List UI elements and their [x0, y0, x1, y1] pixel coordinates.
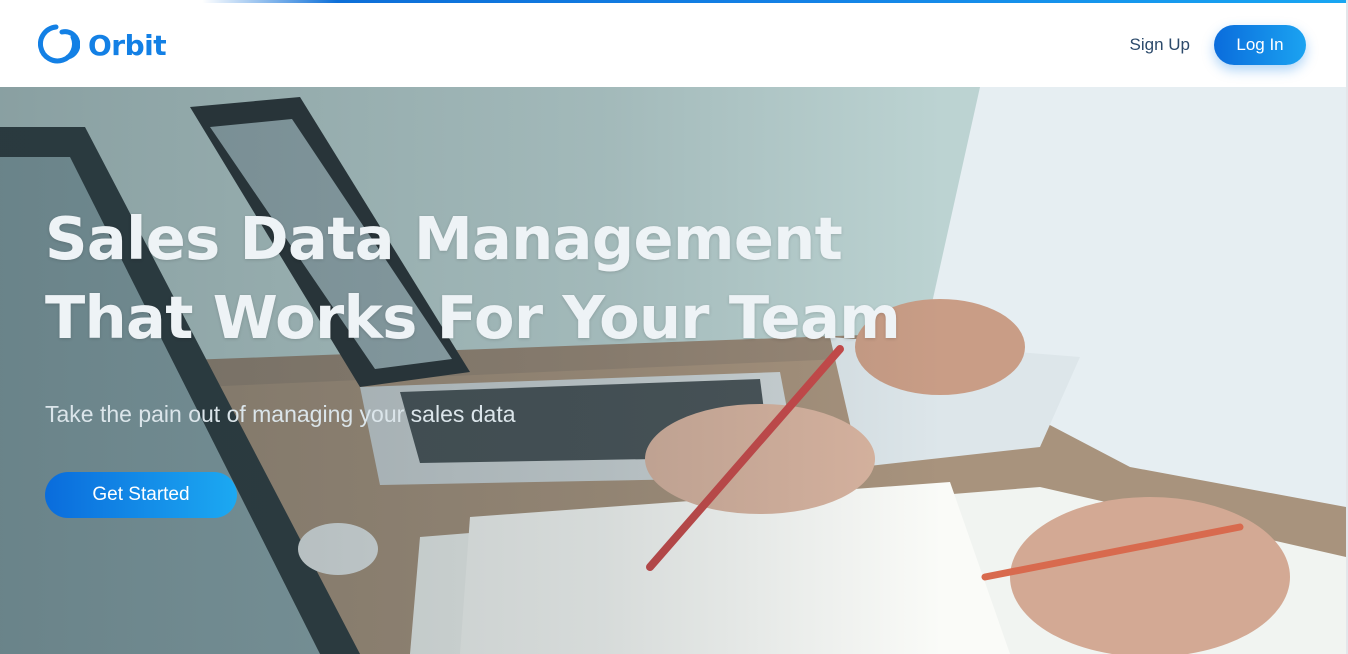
brand-name: Orbit: [88, 28, 167, 62]
get-started-button[interactable]: Get Started: [45, 472, 237, 518]
site-header: Orbit Sign Up Log In: [0, 3, 1346, 87]
orbit-ring-icon: [38, 24, 80, 64]
hero-title-line-2: That Works For Your Team: [45, 283, 901, 352]
hero-section: Sales Data Management That Works For You…: [0, 87, 1346, 654]
sign-up-link[interactable]: Sign Up: [1130, 35, 1190, 55]
hero-title: Sales Data Management That Works For You…: [45, 199, 945, 357]
brand-logo-link[interactable]: Orbit: [38, 23, 167, 67]
header-nav: Sign Up Log In: [1130, 25, 1306, 65]
hero-title-line-1: Sales Data Management: [45, 204, 843, 273]
hero-subtitle: Take the pain out of managing your sales…: [45, 401, 516, 427]
log-in-button[interactable]: Log In: [1214, 25, 1306, 65]
hero-content: Sales Data Management That Works For You…: [45, 199, 945, 518]
